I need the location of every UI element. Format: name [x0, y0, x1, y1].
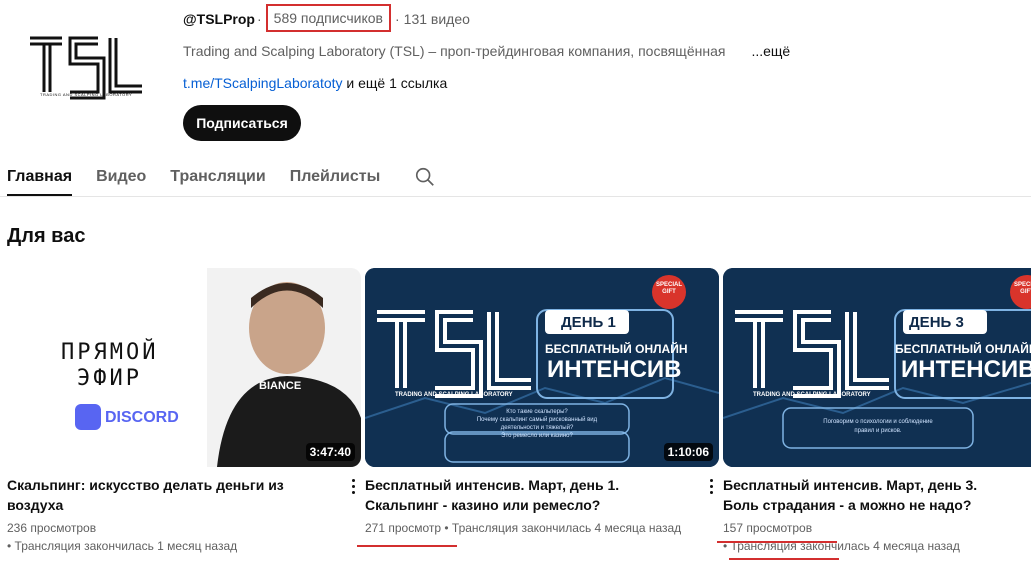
- thumb-text-live: ПРЯМОЙ: [61, 340, 159, 365]
- red-underline: [717, 541, 837, 543]
- telegram-link[interactable]: t.me/TScalpingLaboratoty: [183, 75, 343, 91]
- more-options-icon[interactable]: [703, 474, 719, 498]
- more-links[interactable]: и ещё 1 ссылка: [346, 75, 447, 91]
- thumb-free-online: БЕСПЛАТНЫЙ ОНЛАЙН: [895, 342, 1031, 356]
- stream-ended: Трансляция закончилась 4 месяца назад: [451, 521, 682, 535]
- view-count: 271 просмотр: [365, 521, 442, 535]
- channel-tabs: Главная Видео Трансляции Плейлисты: [7, 160, 436, 196]
- video-duration: 1:10:06: [663, 443, 713, 461]
- video-card[interactable]: ПРЯМОЙ ЭФИР DISCORD BIANCE 3:47:40 Скаль…: [7, 268, 363, 555]
- channel-links: t.me/TScalpingLaboratoty и ещё 1 ссылка: [183, 75, 447, 91]
- video-duration: 3:47:40: [305, 443, 355, 461]
- special-gift-badge: SPECIAL GIFT: [656, 282, 683, 295]
- subscribe-button[interactable]: Подписаться: [183, 105, 301, 141]
- video-thumbnail[interactable]: ПРЯМОЙ ЭФИР DISCORD BIANCE 3:47:40: [7, 268, 361, 467]
- video-thumbnail[interactable]: TRADING AND SCALPING LABORATORY ДЕНЬ 1 Б…: [365, 268, 719, 467]
- video-stats: 271 просмотр • Трансляция закончилась 4 …: [365, 519, 721, 537]
- thumb-intensive: ИНТЕНСИВ: [901, 356, 1031, 383]
- thumb-bullets: Кто такие скальперы? Почему скальпинг са…: [476, 409, 598, 439]
- channel-meta: @TSLProp · 589 подписчиков · 131 видео: [183, 4, 1023, 32]
- more-options-icon[interactable]: [345, 474, 361, 498]
- video-card[interactable]: TRADING AND SCALPING LABORATORY ДЕНЬ 1 Б…: [357, 268, 721, 547]
- thumb-intensive: ИНТЕНСИВ: [547, 356, 682, 383]
- description-more-link[interactable]: ...ещё: [751, 43, 790, 59]
- subscriber-count: 589 подписчиков: [265, 4, 391, 32]
- video-title[interactable]: Бесплатный интенсив. Март, день 3. Боль …: [723, 475, 1013, 515]
- meta-separator: ·: [256, 11, 262, 27]
- thumb-subtext: TRADING AND SCALPING LABORATORY: [395, 392, 513, 398]
- tab-videos[interactable]: Видео: [96, 160, 146, 196]
- tabs-divider: [0, 196, 1031, 197]
- logo-subtext: TRADING AND SCALPING LABORATORY: [40, 92, 133, 97]
- video-title[interactable]: Бесплатный интенсив. Март, день 1. Скаль…: [365, 475, 691, 515]
- thumb-day: ДЕНЬ 3: [909, 314, 964, 331]
- search-icon[interactable]: [414, 160, 436, 193]
- video-stats: 157 просмотров • Трансляция закончилась …: [723, 519, 1031, 555]
- thumb-text-air: ЭФИР: [77, 366, 142, 391]
- video-count: 131 видео: [403, 11, 470, 27]
- view-count: 157 просмотров: [723, 521, 813, 535]
- thumb-day: ДЕНЬ 1: [561, 314, 616, 331]
- meta-separator: ·: [395, 11, 400, 27]
- discord-icon: [75, 404, 101, 430]
- description-text: Trading and Scalping Laboratory (TSL) – …: [183, 43, 726, 59]
- bullet-dot: •: [7, 539, 15, 553]
- video-thumbnail[interactable]: TRADING AND SCALPING LABORATORY ДЕНЬ 3 Б…: [723, 268, 1031, 467]
- special-gift-badge: SPECIAL GIFT: [1014, 282, 1031, 295]
- thumb-bullets: Поговорим о психологии и соблюдение прав…: [823, 419, 933, 434]
- tab-home[interactable]: Главная: [7, 160, 73, 196]
- channel-description[interactable]: Trading and Scalping Laboratory (TSL) – …: [183, 43, 790, 59]
- view-count: 236 просмотров: [7, 521, 97, 535]
- video-title[interactable]: Скальпинг: искусство делать деньги из во…: [7, 475, 333, 515]
- channel-avatar[interactable]: TRADING AND SCALPING LABORATORY: [8, 10, 164, 130]
- thumb-subtext: TRADING AND SCALPING LABORATORY: [753, 392, 871, 398]
- video-card[interactable]: TRADING AND SCALPING LABORATORY ДЕНЬ 3 Б…: [717, 268, 1031, 560]
- section-title: Для вас: [7, 225, 86, 247]
- thumb-free-online: БЕСПЛАТНЫЙ ОНЛАЙН: [545, 342, 688, 356]
- red-underline: [357, 545, 457, 547]
- bullet-dot: •: [441, 521, 452, 535]
- tsl-logo-icon: [30, 36, 142, 100]
- tab-live[interactable]: Трансляции: [170, 160, 265, 196]
- video-stats: 236 просмотров • Трансляция закончилась …: [7, 519, 363, 555]
- red-underline: [729, 558, 839, 560]
- channel-handle[interactable]: @TSLProp: [183, 11, 255, 27]
- thumb-text-shirt: BIANCE: [259, 380, 302, 392]
- stream-ended: Трансляция закончилась 1 месяц назад: [14, 539, 238, 553]
- thumb-text-discord: DISCORD: [105, 409, 179, 426]
- tab-playlists[interactable]: Плейлисты: [290, 160, 381, 196]
